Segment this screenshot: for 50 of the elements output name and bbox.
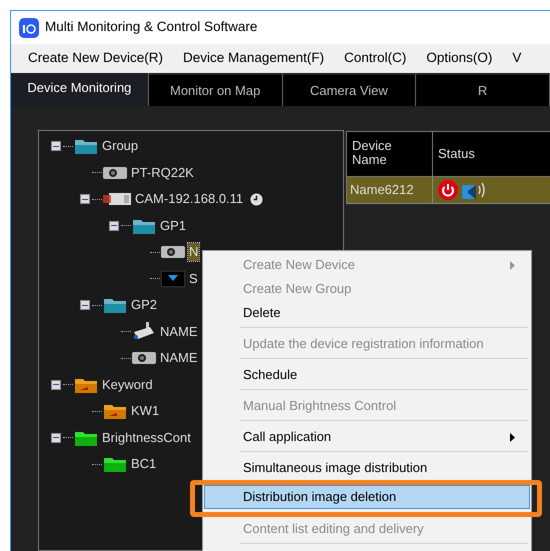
table-row[interactable]: Name6212: [347, 177, 550, 204]
tree-item[interactable]: PT-RQ22K: [130, 164, 195, 182]
tree-item[interactable]: BrightnessCont: [101, 428, 192, 447]
tree-item[interactable]: NAME: [159, 322, 199, 341]
context-menu-item[interactable]: Schedule: [204, 363, 530, 394]
context-menu-item[interactable]: Delete: [204, 301, 530, 332]
tab[interactable]: R: [416, 73, 550, 106]
collapse-toggle[interactable]: [51, 380, 61, 390]
column-header: Status: [437, 145, 476, 164]
tree-item[interactable]: Keyword: [101, 376, 154, 394]
projector-icon: [161, 245, 185, 260]
tree-item[interactable]: NAME: [159, 349, 199, 368]
app-logo-icon: [19, 18, 39, 38]
context-menu-item[interactable]: Simultaneous image distribution: [204, 456, 530, 480]
projector-icon: [132, 351, 156, 366]
menu-item[interactable]: Control(C): [335, 48, 416, 69]
menu-item[interactable]: Device Management(F): [174, 48, 334, 69]
folder-icon: [103, 402, 127, 420]
tree-item[interactable]: KW1: [130, 402, 160, 420]
collapse-toggle[interactable]: [109, 220, 119, 231]
tree-item[interactable]: CAM-192.168.0.11: [134, 190, 244, 208]
context-menu-item[interactable]: Call application: [204, 425, 530, 456]
window-title: Multi Monitoring & Control Software: [45, 18, 258, 36]
table-cell: Name6212: [347, 177, 433, 203]
projector-icon: [103, 166, 127, 180]
tree-item[interactable]: BC1: [130, 455, 158, 474]
tree-item[interactable]: GP2: [130, 296, 158, 314]
display-icon: [161, 270, 185, 287]
folder-icon: [103, 296, 127, 314]
folder-icon: [103, 455, 127, 474]
column-header: Device Name: [347, 132, 433, 176]
tree-item[interactable]: N: [188, 243, 200, 262]
tree-item[interactable]: GP1: [159, 216, 188, 235]
tab[interactable]: Camera View: [282, 73, 416, 106]
menu-item[interactable]: V: [503, 48, 530, 69]
collapse-toggle[interactable]: [80, 300, 90, 310]
tree-item[interactable]: S: [188, 270, 199, 288]
collapse-toggle[interactable]: [51, 432, 61, 443]
tab[interactable]: Device Monitoring: [11, 73, 149, 106]
submenu-arrow-icon: [510, 432, 515, 442]
context-menu-item[interactable]: Distribution image deletion: [204, 485, 530, 509]
collapse-toggle[interactable]: [51, 141, 61, 152]
menu-item[interactable]: Create New Device(R): [19, 48, 172, 69]
menu-item[interactable]: Options(O): [417, 48, 502, 69]
tree-item[interactable]: Group: [101, 137, 140, 156]
submenu-arrow-icon: [510, 260, 515, 270]
tab[interactable]: Monitor on Map: [148, 73, 283, 106]
folder-icon: [74, 137, 98, 156]
collapse-toggle[interactable]: [80, 194, 90, 204]
cctv-camera-icon: [132, 322, 156, 342]
